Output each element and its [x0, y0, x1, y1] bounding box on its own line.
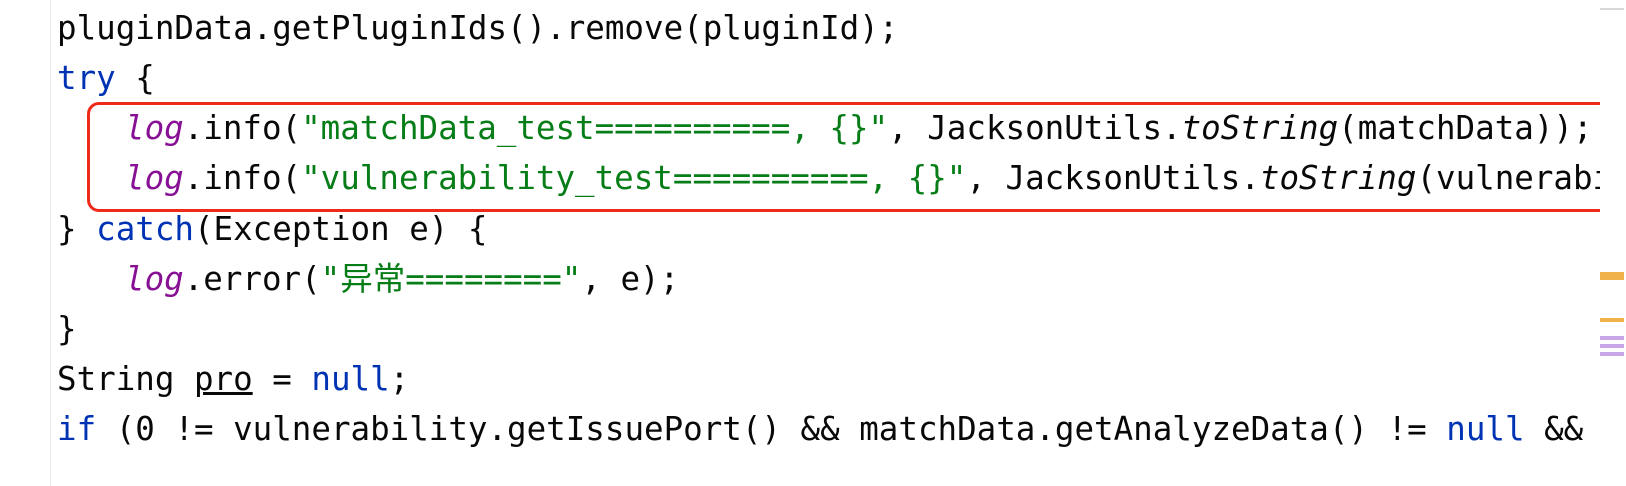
partial-next-line: [0, 476, 1600, 486]
keyword-null: null: [1446, 410, 1525, 448]
indent-guide: [50, 0, 51, 486]
code-text: }: [57, 210, 97, 248]
code-text: .error(: [183, 260, 321, 298]
scroll-mark: [1600, 8, 1624, 10]
code-text: }: [57, 310, 77, 348]
code-line-7[interactable]: }: [57, 303, 77, 355]
editor-scrollbar[interactable]: [1600, 0, 1626, 486]
variable-pro: pro: [193, 360, 253, 398]
code-text: =: [252, 360, 312, 398]
log-field: log: [125, 260, 184, 298]
code-text: (0 != vulnerability.getIssuePort() && ma…: [96, 410, 1447, 448]
code-line-6[interactable]: log.error("异常========", e);: [125, 253, 679, 305]
highlight-annotation-box: [87, 102, 1600, 212]
usage-marker[interactable]: [1600, 352, 1624, 356]
keyword-try: try: [57, 59, 116, 97]
code-text: {: [115, 59, 155, 97]
code-text: String: [57, 360, 194, 398]
code-line-9[interactable]: if (0 != vulnerability.getIssuePort() &&…: [57, 403, 1600, 455]
keyword-if: if: [57, 410, 97, 448]
code-line-1[interactable]: pluginData.getPluginIds().remove(pluginI…: [57, 2, 898, 54]
code-text: pluginData.getPluginIds().remove(pluginI…: [57, 9, 899, 47]
code-line-8[interactable]: String pro = null;: [57, 353, 409, 405]
warning-marker[interactable]: [1600, 272, 1624, 280]
code-text: ;: [389, 360, 410, 398]
code-editor[interactable]: pluginData.getPluginIds().remove(pluginI…: [0, 0, 1600, 486]
warning-marker[interactable]: [1600, 318, 1624, 322]
code-line-2[interactable]: try {: [57, 52, 155, 104]
keyword-catch: catch: [96, 210, 194, 248]
keyword-null: null: [311, 360, 390, 398]
string-literal: "异常========": [320, 260, 582, 298]
code-text: && matchData.get: [1544, 410, 1584, 448]
usage-marker[interactable]: [1600, 336, 1624, 340]
usage-marker[interactable]: [1600, 344, 1624, 348]
code-text: , e);: [581, 260, 680, 298]
code-text: (Exception e) {: [193, 210, 488, 248]
